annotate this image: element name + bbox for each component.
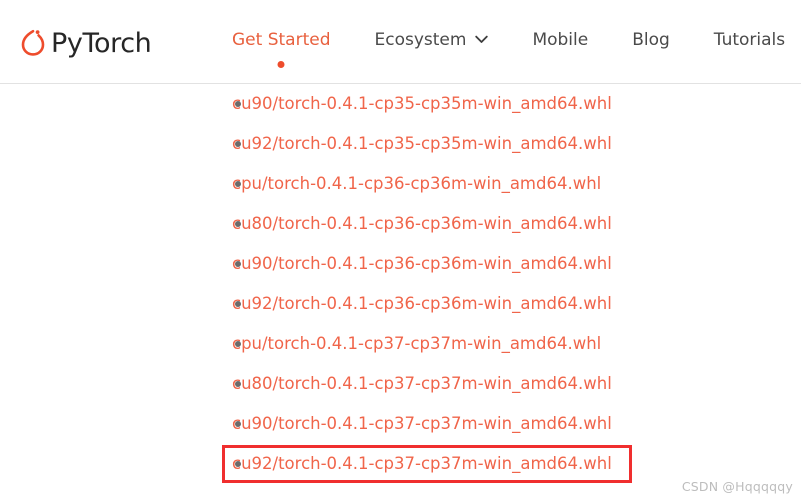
nav-item-label: Ecosystem: [374, 29, 467, 50]
list-item: cu90/torch-0.4.1-cp36-cp36m-win_amd64.wh…: [0, 244, 801, 284]
list-bullet-icon: [235, 141, 241, 147]
wheel-file-link[interactable]: cu92/torch-0.4.1-cp37-cp37m-win_amd64.wh…: [232, 455, 612, 473]
nav-item-get-started[interactable]: Get Started: [210, 0, 352, 84]
list-item: cpu/torch-0.4.1-cp37-cp37m-win_amd64.whl: [0, 324, 801, 364]
wheel-file-link[interactable]: cpu/torch-0.4.1-cp37-cp37m-win_amd64.whl: [232, 335, 601, 353]
list-bullet-icon: [235, 101, 241, 107]
wheel-file-link[interactable]: cu90/torch-0.4.1-cp35-cp35m-win_amd64.wh…: [232, 95, 612, 113]
watermark-text: CSDN @Hqqqqqy: [681, 479, 793, 494]
list-bullet-icon: [235, 381, 241, 387]
list-bullet-icon: [235, 341, 241, 347]
list-bullet-icon: [235, 421, 241, 427]
nav-item-mobile[interactable]: Mobile: [510, 0, 610, 84]
nav-item-blog[interactable]: Blog: [610, 0, 692, 84]
list-item: cu90/torch-0.4.1-cp37-cp37m-win_amd64.wh…: [0, 404, 801, 444]
wheel-file-link[interactable]: cu80/torch-0.4.1-cp37-cp37m-win_amd64.wh…: [232, 375, 612, 393]
nav-item-label: Get Started: [232, 29, 331, 50]
brand-logo-link[interactable]: PyTorch: [20, 23, 152, 61]
list-bullet-icon: [235, 261, 241, 267]
wheel-file-link[interactable]: cu80/torch-0.4.1-cp36-cp36m-win_amd64.wh…: [232, 215, 612, 233]
nav-item-label: Mobile: [532, 29, 589, 50]
wheel-file-link[interactable]: cpu/torch-0.4.1-cp36-cp36m-win_amd64.whl: [232, 175, 601, 193]
list-item: cu92/torch-0.4.1-cp36-cp36m-win_amd64.wh…: [0, 284, 801, 324]
pytorch-flame-icon: [20, 27, 46, 57]
wheel-file-link[interactable]: cu90/torch-0.4.1-cp37-cp37m-win_amd64.wh…: [232, 415, 612, 433]
wheel-file-link[interactable]: cu92/torch-0.4.1-cp36-cp36m-win_amd64.wh…: [232, 295, 612, 313]
brand-name: PyTorch: [51, 27, 152, 59]
active-indicator-dot: [277, 61, 285, 68]
chevron-down-icon: [475, 29, 489, 49]
nav-item-label: Tutorials: [713, 29, 786, 50]
list-item: cu90/torch-0.4.1-cp35-cp35m-win_amd64.wh…: [0, 84, 801, 124]
list-bullet-icon: [235, 461, 241, 467]
list-bullet-icon: [235, 221, 241, 227]
list-item: cu80/torch-0.4.1-cp37-cp37m-win_amd64.wh…: [0, 364, 801, 404]
primary-nav: Get Started Ecosystem Mobile Blog Tutori…: [210, 0, 801, 84]
nav-item-label: Blog: [632, 29, 670, 50]
list-bullet-icon: [235, 301, 241, 307]
list-item: cu92/torch-0.4.1-cp35-cp35m-win_amd64.wh…: [0, 124, 801, 164]
list-item: cu80/torch-0.4.1-cp36-cp36m-win_amd64.wh…: [0, 204, 801, 244]
wheel-file-list: cu90/torch-0.4.1-cp35-cp35m-win_amd64.wh…: [0, 84, 801, 484]
site-header: PyTorch Get Started Ecosystem Mobile Blo…: [0, 0, 801, 84]
wheel-file-link[interactable]: cu92/torch-0.4.1-cp35-cp35m-win_amd64.wh…: [232, 135, 612, 153]
list-item: cu92/torch-0.4.1-cp37-cp37m-win_amd64.wh…: [0, 444, 801, 484]
list-bullet-icon: [235, 181, 241, 187]
nav-item-tutorials[interactable]: Tutorials: [692, 0, 801, 84]
list-item: cpu/torch-0.4.1-cp36-cp36m-win_amd64.whl: [0, 164, 801, 204]
wheel-file-link[interactable]: cu90/torch-0.4.1-cp36-cp36m-win_amd64.wh…: [232, 255, 612, 273]
nav-item-ecosystem[interactable]: Ecosystem: [352, 0, 510, 84]
